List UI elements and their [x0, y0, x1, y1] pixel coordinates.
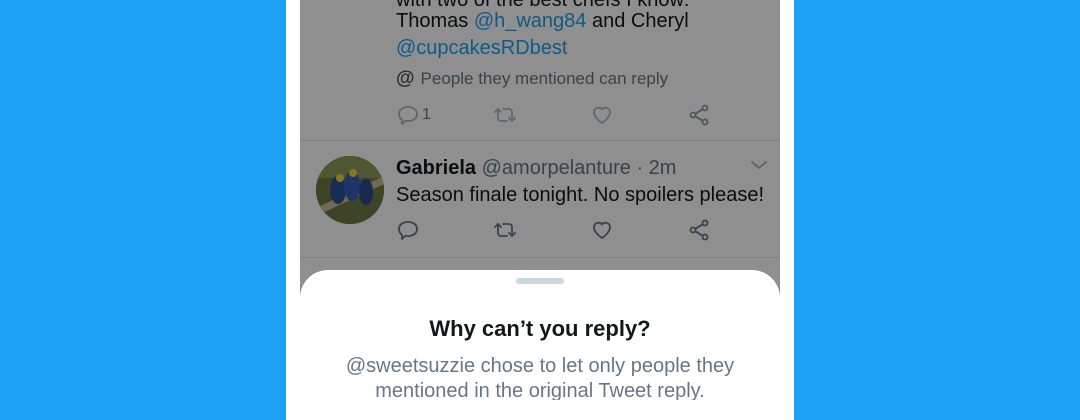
phone-screen: with two of the best chefs I know: Thoma…: [300, 0, 780, 400]
sheet-body: @sweetsuzzie chose to let only people th…: [340, 354, 740, 400]
sheet-drag-handle[interactable]: [516, 278, 564, 284]
sheet-body-line1: @sweetsuzzie chose to let only people th…: [345, 355, 735, 377]
sheet-body-line2: mentioned in the original Tweet reply.: [375, 380, 705, 400]
why-cant-reply-sheet: Why can’t you reply? @sweetsuzzie chose …: [300, 270, 780, 400]
sheet-title: Why can’t you reply?: [429, 316, 651, 341]
